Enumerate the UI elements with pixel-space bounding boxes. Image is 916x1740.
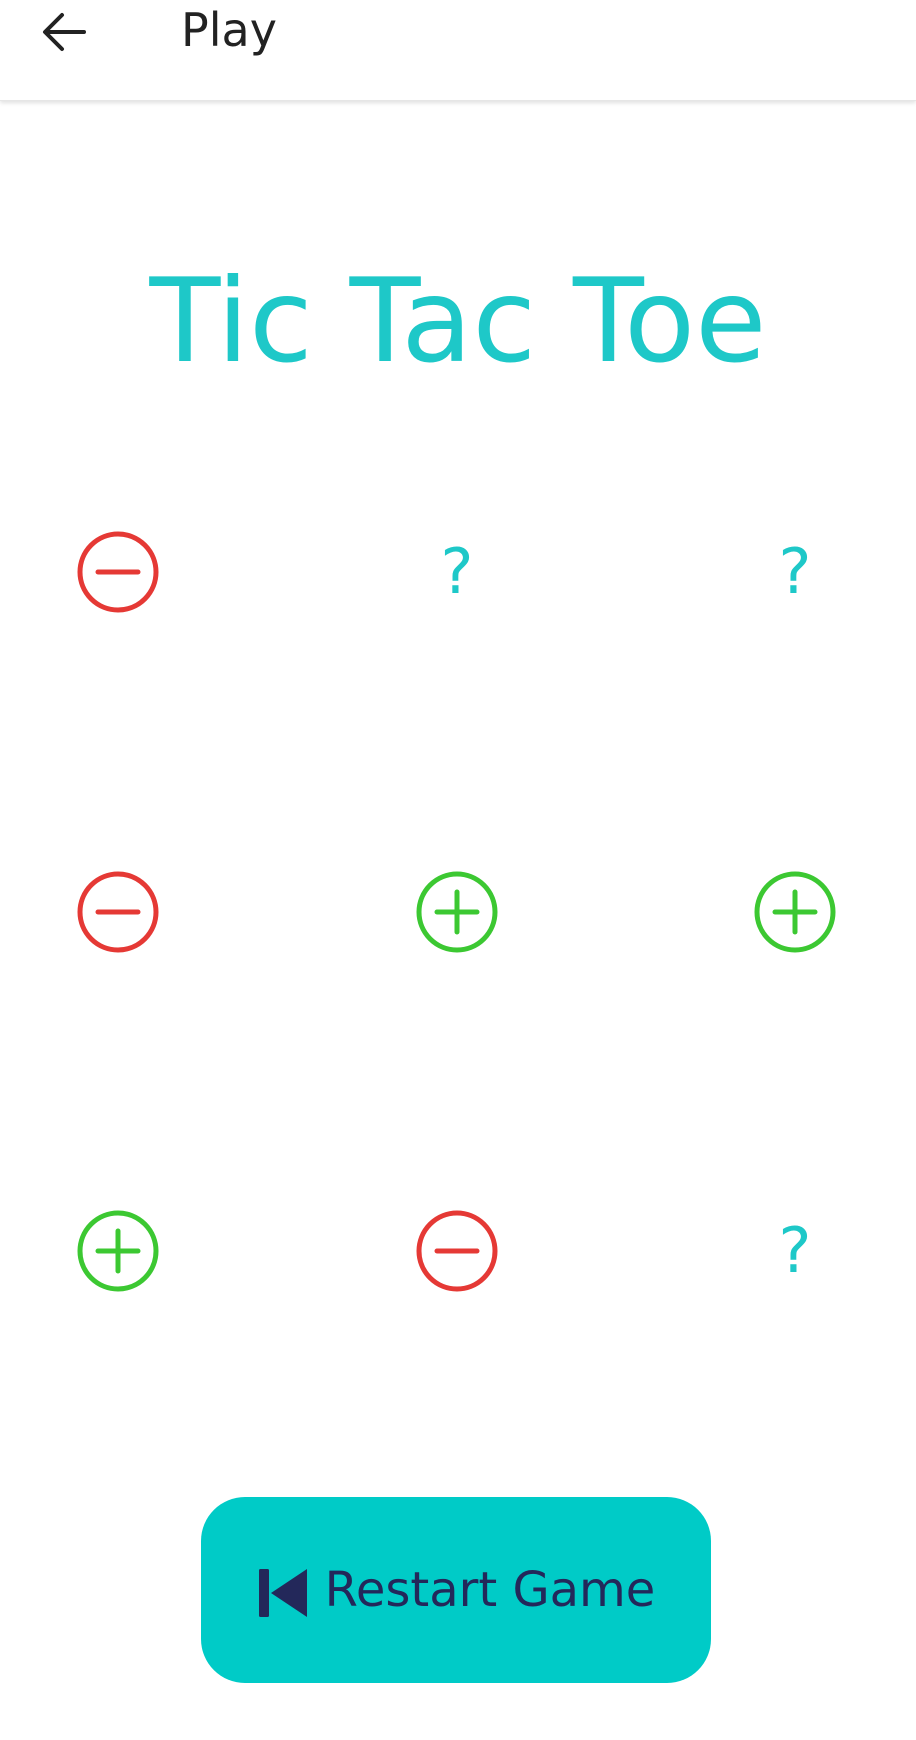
board-cell-top-middle[interactable]: ? <box>387 502 527 642</box>
restart-game-label: Restart Game <box>324 1562 656 1618</box>
question-mark-icon: ? <box>440 535 474 608</box>
plus-circle-icon <box>77 1210 159 1292</box>
board-cell-top-right[interactable]: ? <box>725 502 865 642</box>
minus-circle-icon <box>416 1210 498 1292</box>
board-cell-middle-middle[interactable] <box>387 842 527 982</box>
board-cell-bottom-right[interactable]: ? <box>725 1181 865 1321</box>
game-board: ??? <box>0 0 916 1400</box>
plus-circle-icon <box>416 871 498 953</box>
board-cell-bottom-left[interactable] <box>48 1181 188 1321</box>
question-mark-icon: ? <box>778 535 812 608</box>
board-cell-middle-left[interactable] <box>48 842 188 982</box>
minus-circle-icon <box>77 531 159 613</box>
plus-circle-icon <box>754 871 836 953</box>
board-cell-bottom-middle[interactable] <box>387 1181 527 1321</box>
minus-circle-icon <box>77 871 159 953</box>
question-mark-icon: ? <box>778 1214 812 1287</box>
board-cell-top-left[interactable] <box>48 502 188 642</box>
board-cell-middle-right[interactable] <box>725 842 865 982</box>
restart-game-button[interactable]: Restart Game <box>201 1497 711 1683</box>
skip-previous-icon <box>258 1569 307 1617</box>
